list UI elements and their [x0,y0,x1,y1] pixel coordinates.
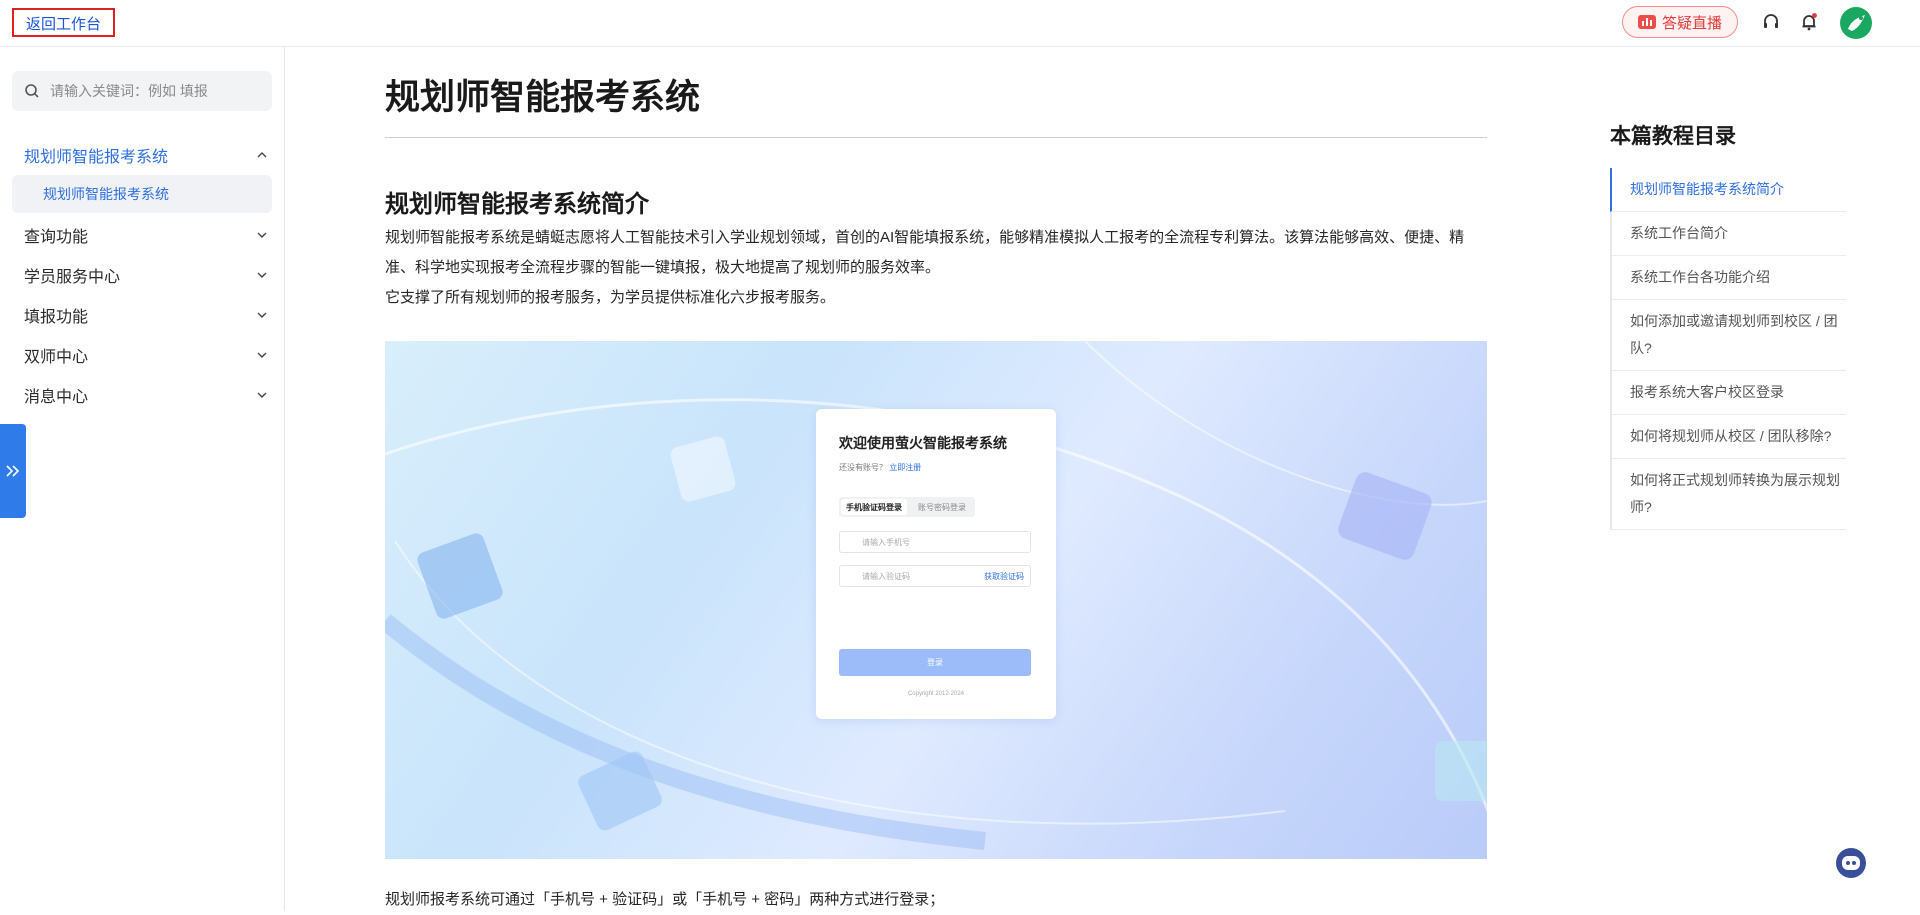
nav-item-system[interactable]: 规划师智能报考系统 [12,135,272,175]
title-divider [385,137,1487,138]
phone-field: 请输入手机号 [839,531,1031,553]
sidebar-toggle-button[interactable] [0,424,26,518]
code-field: 请输入验证码 获取验证码 [839,565,1031,587]
toc-item[interactable]: 系统工作台简介 [1612,212,1846,256]
register-link: 立即注册 [889,463,922,472]
nav-item-dual-teacher[interactable]: 双师中心 [12,335,272,375]
nav-item-label: 双师中心 [24,349,89,366]
nav-item-label: 查询功能 [24,229,89,246]
toc-item[interactable]: 规划师智能报考系统简介 [1610,168,1846,212]
toc-item[interactable]: 系统工作台各功能介绍 [1612,256,1846,300]
top-bar: 返回工作台 答疑直播 [0,0,1920,47]
login-button-image: 登录 [839,649,1031,676]
table-of-contents: 本篇教程目录 规划师智能报考系统简介 系统工作台简介 系统工作台各功能介绍 如何… [1610,120,1846,530]
search-box[interactable] [12,71,272,111]
intro-paragraph-2: 它支撑了所有规划师的报考服务，为学员提供标准化六步报考服务。 [385,289,836,306]
search-input[interactable] [48,82,262,100]
login-title: 欢迎使用萤火智能报考系统 [839,435,1007,451]
assistant-bot-button[interactable] [1836,848,1866,878]
toc-item[interactable]: 如何将规划师从校区 / 团队移除? [1612,415,1846,459]
toc-item[interactable]: 如何将正式规划师转换为展示规划师? [1612,459,1846,530]
code-placeholder: 请输入验证码 [862,571,910,581]
headset-icon[interactable] [1761,12,1781,32]
main-content: 规划师智能报考系统 规划师智能报考系统简介 规划师智能报考系统是蜻蜓志愿将人工智… [385,47,1487,915]
nav-menu: 规划师智能报考系统 规划师智能报考系统 查询功能 学员服务中心 填报功能 双师中… [12,135,272,415]
double-chevron-right-icon [6,465,20,477]
register-prompt: 还没有账号？ [839,463,887,472]
nav-item-label: 填报功能 [24,309,89,326]
tab-sms-login: 手机验证码登录 [841,499,907,515]
chevron-down-icon [257,232,267,238]
nav-item-query[interactable]: 查询功能 [12,215,272,255]
robot-icon [1842,856,1860,870]
bell-icon[interactable] [1799,12,1819,32]
toc-title: 本篇教程目录 [1610,125,1736,148]
search-icon [25,84,39,98]
copyright-text: Copyright 2012-2024 [907,691,965,697]
back-to-workbench-button[interactable]: 返回工作台 [12,8,116,37]
chevron-up-icon [257,152,267,158]
intro-paragraph: 规划师智能报考系统是蜻蜓志愿将人工智能技术引入学业规划领域，首创的AI智能填报系… [385,229,1465,276]
nav-item-label: 学员服务中心 [24,269,121,286]
phone-placeholder: 请输入手机号 [862,537,910,547]
nav-item-label: 规划师智能报考系统 [24,149,169,166]
get-code-link: 获取验证码 [984,571,1024,581]
live-qa-label: 答疑直播 [1661,14,1722,32]
page-title: 规划师智能报考系统 [385,78,701,117]
nav-item-fill[interactable]: 填报功能 [12,295,272,335]
avatar-image [1848,15,1865,31]
login-tabs: 手机验证码登录 账号密码登录 [839,497,975,517]
tab-password-login: 账号密码登录 [918,502,966,512]
nav-item-messages[interactable]: 消息中心 [12,375,272,415]
nav-item-student-center[interactable]: 学员服务中心 [12,255,272,295]
live-icon [1637,15,1656,29]
chevron-down-icon [257,392,267,398]
toc-item[interactable]: 报考系统大客户校区登录 [1612,371,1846,415]
sidebar: 规划师智能报考系统 规划师智能报考系统 查询功能 学员服务中心 填报功能 双师中… [0,47,285,911]
toc-list: 规划师智能报考系统简介 系统工作台简介 系统工作台各功能介绍 如何添加或邀请规划… [1610,168,1846,530]
nav-item-label: 消息中心 [24,389,89,406]
login-card: 欢迎使用萤火智能报考系统 还没有账号？ 立即注册 手机验证码登录 账号密码登录 … [816,409,1056,719]
nav-subitem-system[interactable]: 规划师智能报考系统 [12,175,272,213]
toc-item[interactable]: 如何添加或邀请规划师到校区 / 团队? [1612,300,1846,371]
live-qa-button[interactable]: 答疑直播 [1622,6,1738,38]
login-screenshot-figure: 欢迎使用萤火智能报考系统 还没有账号？ 立即注册 手机验证码登录 账号密码登录 … [385,341,1487,859]
chevron-down-icon [257,352,267,358]
avatar[interactable] [1840,7,1872,39]
chevron-down-icon [257,312,267,318]
login-subtext: 还没有账号？ 立即注册 [839,462,921,473]
section-heading: 规划师智能报考系统简介 [385,191,649,218]
chevron-down-icon [257,272,267,278]
